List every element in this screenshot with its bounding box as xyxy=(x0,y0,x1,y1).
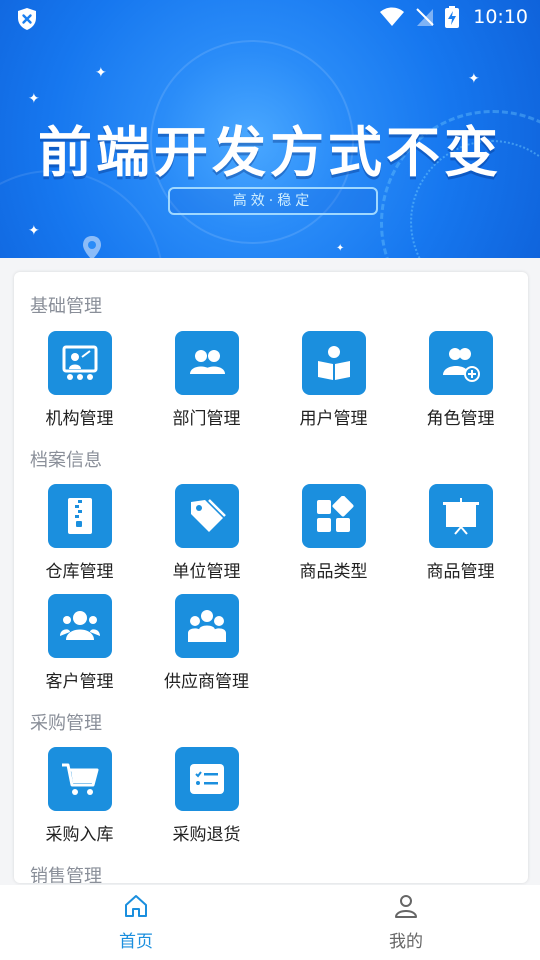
menu-item-department[interactable]: 部门管理 xyxy=(143,331,270,429)
menu-item-customer[interactable]: 客户管理 xyxy=(16,594,143,692)
home-icon xyxy=(125,895,147,917)
shield-icon xyxy=(18,8,36,30)
menu-item-user[interactable]: 用户管理 xyxy=(270,331,397,429)
no-signal-icon xyxy=(416,8,434,26)
wifi-icon xyxy=(380,7,405,26)
zip-archive-icon xyxy=(47,484,112,548)
section-title-sales: 销售管理 xyxy=(30,866,102,883)
tab-label: 首页 xyxy=(119,932,153,952)
cart-icon xyxy=(47,747,112,811)
section-title-basic: 基础管理 xyxy=(30,296,102,317)
menu-item-institution[interactable]: 机构管理 xyxy=(16,331,143,429)
menu-item-label: 客户管理 xyxy=(45,672,114,692)
list-card-icon xyxy=(174,747,239,811)
menu-item-label: 角色管理 xyxy=(426,409,495,429)
tab-label: 我的 xyxy=(389,932,423,952)
sparkle-icon: ✦ xyxy=(95,65,107,81)
tags-icon xyxy=(174,484,239,548)
presentation-icon xyxy=(47,331,112,395)
sparkle-icon: ✦ xyxy=(468,71,480,87)
menu-item-warehouse[interactable]: 仓库管理 xyxy=(16,484,143,582)
tab-home[interactable]: 首页 xyxy=(76,893,196,952)
menu-item-supplier[interactable]: 供应商管理 xyxy=(143,594,270,692)
menu-item-label: 用户管理 xyxy=(299,409,368,429)
battery-charging-icon xyxy=(445,6,460,28)
sparkle-icon: ✦ xyxy=(28,91,40,107)
menu-item-product[interactable]: 商品管理 xyxy=(397,484,524,582)
user-book-icon xyxy=(301,331,366,395)
sparkle-icon: ✦ xyxy=(336,243,345,254)
menu-item-purchase-in[interactable]: 采购入库 xyxy=(16,747,143,845)
menu-item-label: 采购退货 xyxy=(172,825,241,845)
banner-subtitle: 高效·稳定 xyxy=(168,187,378,215)
menu-item-label: 单位管理 xyxy=(172,562,241,582)
menu-card: 基础管理 机构管理 部门管理 用户管理 角色管理 档案信息 仓库管理 单位管理 … xyxy=(14,272,528,883)
sparkle-icon: ✦ xyxy=(28,223,40,239)
menu-item-unit[interactable]: 单位管理 xyxy=(143,484,270,582)
menu-item-label: 机构管理 xyxy=(45,409,114,429)
group-icon xyxy=(174,331,239,395)
bottom-tab-bar: 首页 我的 xyxy=(0,885,540,960)
person-icon xyxy=(395,895,417,918)
tab-mine[interactable]: 我的 xyxy=(346,893,466,952)
menu-item-label: 仓库管理 xyxy=(45,562,114,582)
customers-icon xyxy=(47,594,112,658)
menu-item-label: 商品类型 xyxy=(299,562,368,582)
menu-item-label: 部门管理 xyxy=(172,409,241,429)
menu-item-label: 供应商管理 xyxy=(164,672,249,692)
menu-item-label: 商品管理 xyxy=(426,562,495,582)
user-add-icon xyxy=(428,331,493,395)
menu-item-role[interactable]: 角色管理 xyxy=(397,331,524,429)
category-grid-icon xyxy=(301,484,366,548)
menu-item-purchase-return[interactable]: 采购退货 xyxy=(143,747,270,845)
menu-item-product-type[interactable]: 商品类型 xyxy=(270,484,397,582)
status-bar: 10:10 xyxy=(0,0,540,38)
section-title-purchase: 采购管理 xyxy=(30,713,102,734)
section-title-archive: 档案信息 xyxy=(30,450,102,471)
clock: 10:10 xyxy=(473,6,528,28)
promo-banner[interactable]: ✦ ✦ ✦ ✦ ✦ 前端开发方式不变 高效·稳定 xyxy=(0,0,540,258)
menu-item-label: 采购入库 xyxy=(45,825,114,845)
display-board-icon xyxy=(428,484,493,548)
suppliers-icon xyxy=(174,594,239,658)
location-pin-icon xyxy=(83,236,101,258)
banner-title: 前端开发方式不变 xyxy=(38,121,502,184)
